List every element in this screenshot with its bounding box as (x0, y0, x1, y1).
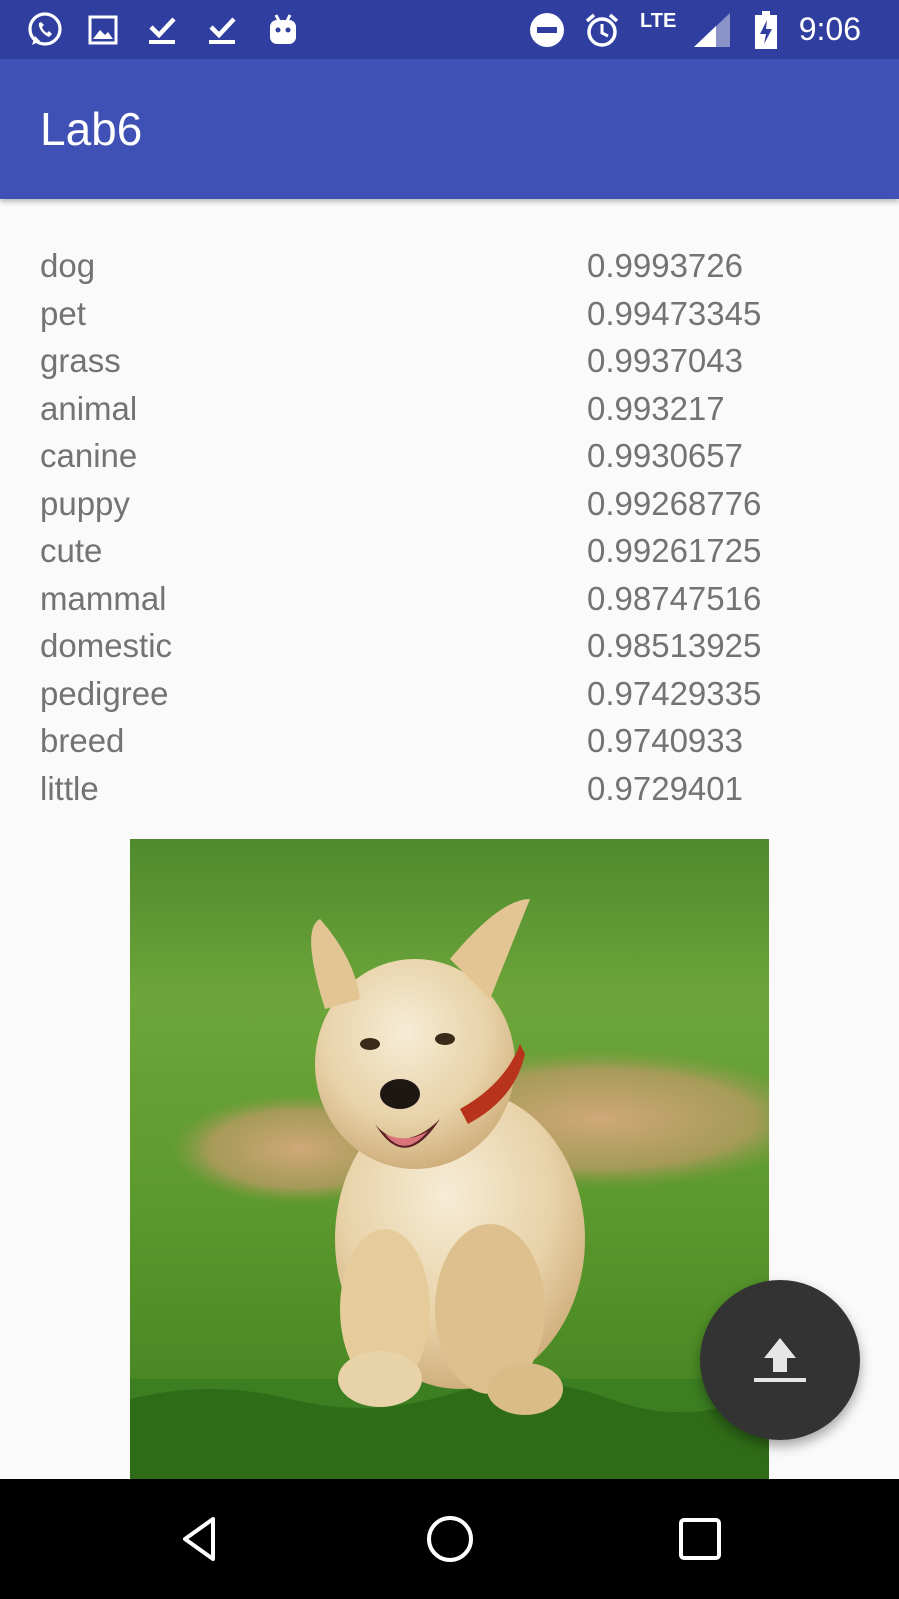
home-button[interactable] (390, 1479, 510, 1599)
label-name: canine (40, 437, 138, 474)
label-score: 0.993217 (587, 389, 725, 427)
home-icon (427, 1516, 473, 1562)
list-item: grass 0.9937043 (40, 337, 860, 385)
label-name: pedigree (40, 674, 169, 712)
label-score: 0.9937043 (587, 342, 743, 379)
list-item: breed 0.9740933 (40, 717, 860, 765)
label-score: 0.97429335 (587, 674, 762, 712)
label-name: pet (40, 294, 86, 332)
label-name: domestic (40, 627, 173, 664)
label-name: animal (40, 389, 138, 427)
alarm-icon (582, 0, 622, 59)
list-item: domestic 0.98513925 (40, 622, 860, 670)
app-title: Lab6 (40, 103, 143, 155)
list-item: pet 0.99473345 (40, 290, 860, 338)
label-score: 0.9930657 (587, 437, 743, 474)
list-item: pedigree 0.97429335 (40, 670, 860, 718)
upload-icon (754, 1338, 806, 1382)
label-name: puppy (40, 484, 130, 522)
list-item: dog 0.9993726 (40, 242, 860, 290)
label-name: grass (40, 342, 121, 379)
label-score: 0.9729401 (587, 769, 743, 807)
status-time: 9:06 (798, 11, 861, 47)
navigation-bar (0, 1479, 899, 1599)
label-name: breed (40, 722, 125, 759)
download-done-icon (205, 0, 239, 59)
label-score: 0.99268776 (587, 484, 762, 522)
list-item: puppy 0.99268776 (40, 480, 860, 528)
android-icon (266, 0, 300, 59)
back-icon (183, 1517, 215, 1561)
label-score: 0.9740933 (587, 722, 743, 759)
list-item: cute 0.99261725 (40, 527, 860, 575)
label-score: 0.99473345 (587, 294, 762, 332)
labels-list: dog 0.9993726 pet 0.99473345 grass 0.993704… (40, 242, 860, 812)
signal-icon (690, 0, 734, 59)
label-score: 0.98513925 (587, 627, 762, 664)
whatsapp-icon (24, 0, 66, 59)
list-item: little 0.9729401 (40, 765, 860, 813)
back-button[interactable] (140, 1479, 260, 1599)
network-type-label: LTE (640, 10, 677, 32)
label-name: dog (40, 247, 96, 284)
list-item: mammal 0.98747516 (40, 575, 860, 623)
label-name: mammal (40, 579, 167, 617)
battery-charging-icon (752, 0, 780, 59)
label-name: cute (40, 532, 103, 569)
label-score: 0.9993726 (587, 247, 743, 284)
list-item: animal 0.993217 (40, 385, 860, 433)
recents-button[interactable] (640, 1479, 760, 1599)
list-item: canine 0.9930657 (40, 432, 860, 480)
image-icon (88, 0, 118, 59)
app-bar: Lab6 (0, 59, 899, 199)
recents-icon (679, 1518, 721, 1560)
upload-button[interactable] (700, 1280, 860, 1440)
label-score: 0.98747516 (587, 579, 762, 617)
analyzed-photo (130, 839, 769, 1479)
status-bar: LTE 9:06 (0, 0, 899, 59)
download-done-icon (145, 0, 179, 59)
label-score: 0.99261725 (587, 532, 762, 569)
label-name: little (40, 769, 99, 807)
do-not-disturb-icon (528, 0, 566, 59)
